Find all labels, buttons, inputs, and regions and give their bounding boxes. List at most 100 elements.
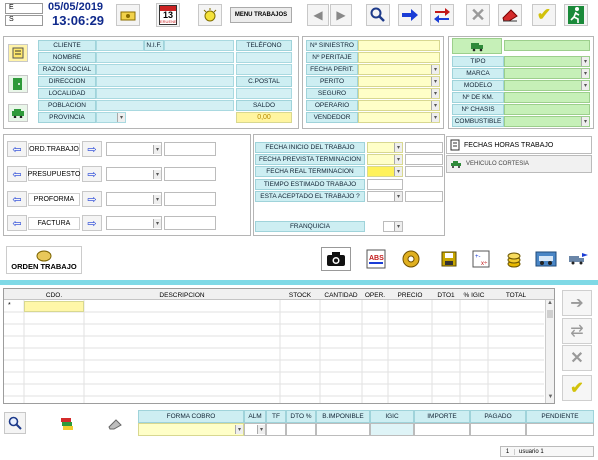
chevron-down-icon[interactable]: ▾ bbox=[394, 192, 402, 201]
accept-button[interactable]: ✔ bbox=[532, 4, 556, 26]
chevron-down-icon[interactable]: ▾ bbox=[581, 81, 589, 90]
direccion-field[interactable] bbox=[96, 76, 234, 87]
chevron-down-icon[interactable]: ▾ bbox=[431, 89, 439, 98]
poblacion-field[interactable] bbox=[96, 100, 234, 111]
menu-trabajos-button[interactable]: MENU TRABAJOS bbox=[230, 7, 292, 23]
chevron-down-icon[interactable]: ▾ bbox=[394, 155, 402, 164]
client-card-button[interactable] bbox=[8, 44, 28, 62]
line-next-button[interactable]: ➔ bbox=[562, 290, 592, 316]
chevron-down-icon[interactable]: ▾ bbox=[431, 101, 439, 110]
proforma-back-button[interactable]: ⇦ bbox=[7, 191, 27, 207]
presupuesto-forward-button[interactable]: ⇨ bbox=[82, 166, 102, 182]
dto-field[interactable] bbox=[286, 423, 316, 436]
chasis-field[interactable] bbox=[504, 104, 590, 115]
chevron-down-icon[interactable]: ▾ bbox=[117, 113, 125, 122]
alm-select[interactable]: ▾ bbox=[244, 423, 266, 436]
chevron-down-icon[interactable]: ▾ bbox=[431, 77, 439, 86]
money-icon-button[interactable] bbox=[116, 4, 140, 26]
nif-field[interactable] bbox=[164, 40, 234, 51]
prev-record-button[interactable]: ◀ bbox=[307, 4, 329, 26]
chevron-down-icon[interactable]: ▾ bbox=[394, 167, 402, 176]
next-record-button[interactable]: ▶ bbox=[330, 4, 352, 26]
factura-forward-button[interactable]: ⇨ bbox=[82, 215, 102, 231]
proforma-select[interactable]: ▾ bbox=[106, 192, 162, 206]
perito-select[interactable]: ▾ bbox=[358, 76, 440, 87]
exit-button[interactable] bbox=[564, 4, 588, 26]
line-accept-button[interactable]: ✔ bbox=[562, 375, 592, 401]
chevron-down-icon[interactable]: ▾ bbox=[394, 143, 402, 152]
peritaje-field[interactable] bbox=[358, 52, 440, 63]
vehiculo-cortesia-button[interactable]: VEHICULO CORTESIA bbox=[446, 155, 592, 173]
siniestro-field[interactable] bbox=[358, 40, 440, 51]
search-button[interactable] bbox=[366, 4, 390, 26]
abs-button[interactable]: ABS bbox=[361, 247, 391, 271]
nombre-field[interactable] bbox=[96, 52, 234, 63]
camera-button[interactable] bbox=[321, 247, 351, 271]
fechas-horas-button[interactable]: FECHAS HORAS TRABAJO bbox=[446, 136, 592, 154]
razon-social-field[interactable] bbox=[96, 64, 234, 75]
aceptado-select[interactable]: ▾ bbox=[367, 191, 403, 202]
combustible-select[interactable]: ▾ bbox=[504, 116, 590, 127]
cliente-field[interactable] bbox=[96, 40, 144, 51]
alarm-button[interactable] bbox=[198, 4, 222, 26]
chevron-down-icon[interactable]: ▾ bbox=[153, 170, 161, 179]
proforma-date[interactable] bbox=[164, 192, 216, 206]
coins-button[interactable] bbox=[499, 247, 529, 271]
erase-button[interactable] bbox=[498, 4, 522, 26]
km-field[interactable] bbox=[504, 92, 590, 103]
localidad-field[interactable] bbox=[96, 88, 234, 99]
hora-real-field[interactable] bbox=[405, 166, 443, 177]
presupuesto-back-button[interactable]: ⇦ bbox=[7, 166, 27, 182]
telefono-field-1[interactable] bbox=[236, 52, 292, 63]
new-row-cdo-cell[interactable] bbox=[24, 301, 84, 312]
swap-button[interactable] bbox=[430, 4, 454, 26]
tiempo-estimado-field[interactable] bbox=[367, 179, 403, 190]
fecha-perit-field[interactable]: ▾ bbox=[358, 64, 440, 75]
chevron-down-icon[interactable]: ▾ bbox=[257, 425, 265, 434]
bottom-search-button[interactable] bbox=[4, 412, 26, 434]
vendedor-select[interactable]: ▾ bbox=[358, 112, 440, 123]
chevron-down-icon[interactable]: ▾ bbox=[153, 195, 161, 204]
presupuesto-select[interactable]: ▾ bbox=[106, 167, 162, 181]
settings-button[interactable] bbox=[396, 247, 426, 271]
franquicia-select[interactable]: ▾ bbox=[383, 221, 403, 232]
vehicle-lookup-button[interactable] bbox=[531, 247, 561, 271]
chevron-down-icon[interactable]: ▾ bbox=[581, 69, 589, 78]
save-button[interactable] bbox=[434, 247, 464, 271]
fecha-prevista-field[interactable]: ▾ bbox=[367, 154, 403, 165]
ord-trabajo-date[interactable] bbox=[164, 142, 216, 156]
tipo-select[interactable]: ▾ bbox=[504, 56, 590, 67]
chevron-down-icon[interactable]: ▾ bbox=[581, 117, 589, 126]
client-car-button[interactable] bbox=[8, 104, 28, 122]
calculator-button[interactable]: +- x÷ bbox=[466, 247, 496, 271]
ord-trabajo-forward-button[interactable]: ⇨ bbox=[82, 141, 102, 157]
marca-select[interactable]: ▾ bbox=[504, 68, 590, 79]
vehicle-plate-field[interactable] bbox=[504, 40, 590, 51]
factura-back-button[interactable]: ⇦ bbox=[7, 215, 27, 231]
fecha-inicio-field[interactable]: ▾ bbox=[367, 142, 403, 153]
cpostal-field[interactable] bbox=[236, 88, 292, 99]
scroll-up-icon[interactable]: ▲ bbox=[546, 300, 554, 309]
delete-button[interactable]: ✕ bbox=[466, 4, 490, 26]
chevron-down-icon[interactable]: ▾ bbox=[235, 425, 243, 434]
eraser-bottom-button[interactable] bbox=[104, 414, 126, 434]
forma-cobro-select[interactable]: ▾ bbox=[138, 423, 244, 436]
chevron-down-icon[interactable]: ▾ bbox=[153, 145, 161, 154]
calendar-button[interactable]: 13 ERUENE bbox=[156, 3, 180, 27]
stack-button[interactable] bbox=[56, 414, 78, 434]
presupuesto-date[interactable] bbox=[164, 167, 216, 181]
chevron-down-icon[interactable]: ▾ bbox=[431, 113, 439, 122]
fecha-real-field[interactable]: ▾ bbox=[367, 166, 403, 177]
provincia-select[interactable]: ▾ bbox=[96, 112, 126, 123]
factura-date[interactable] bbox=[164, 216, 216, 230]
proforma-forward-button[interactable]: ⇨ bbox=[82, 191, 102, 207]
line-delete-button[interactable]: ✕ bbox=[562, 345, 592, 371]
chevron-down-icon[interactable]: ▾ bbox=[431, 65, 439, 74]
chevron-down-icon[interactable]: ▾ bbox=[581, 57, 589, 66]
telefono-field-2[interactable] bbox=[236, 64, 292, 75]
scroll-down-icon[interactable]: ▼ bbox=[546, 394, 555, 403]
client-exit-button[interactable] bbox=[8, 75, 28, 93]
factura-select[interactable]: ▾ bbox=[106, 216, 162, 230]
modelo-select[interactable]: ▾ bbox=[504, 80, 590, 91]
vehicle-button[interactable] bbox=[452, 38, 502, 54]
